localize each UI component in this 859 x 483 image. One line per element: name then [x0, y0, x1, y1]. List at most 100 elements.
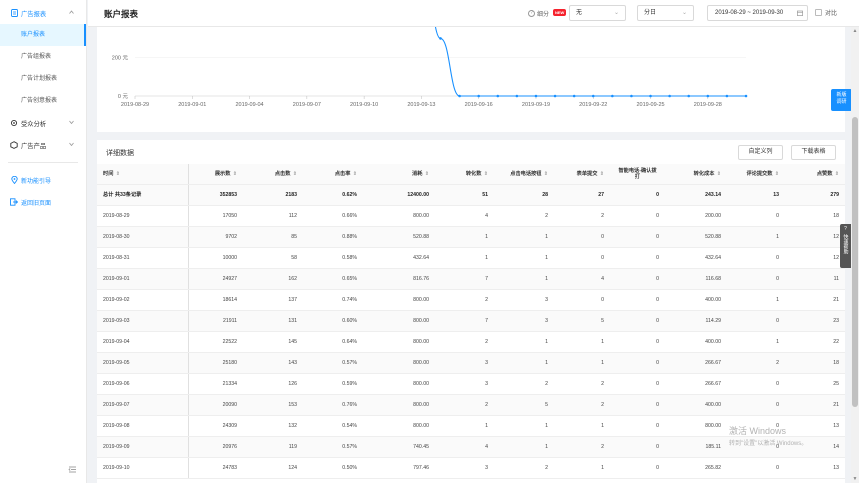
- data-point: [553, 94, 557, 98]
- sort-icon[interactable]: ⇕: [715, 171, 721, 177]
- table-cell: 2: [554, 205, 610, 227]
- sidebar-item-adgroup-report[interactable]: 广告组报表: [0, 46, 86, 68]
- table-cell: 4: [554, 268, 610, 290]
- sort-icon[interactable]: ⇕: [833, 171, 839, 177]
- sort-icon[interactable]: ⇕: [598, 171, 604, 177]
- download-table-button[interactable]: 下载表格: [791, 145, 836, 160]
- table-cell: 0: [610, 394, 665, 416]
- table-cell: 800.00: [665, 415, 727, 437]
- table-cell: 0: [610, 436, 665, 458]
- sort-icon[interactable]: ⇕: [773, 171, 779, 177]
- trend-chart-card: 0 元200 元400 元600 元2019-08-292019-09-0120…: [97, 27, 845, 132]
- survey-button-line2: 调研: [836, 99, 847, 105]
- date-range-picker[interactable]: 2019-08-29 ~ 2019-09-30: [707, 5, 808, 21]
- sort-icon[interactable]: ⇕: [542, 171, 548, 177]
- chevron-up-icon: [69, 10, 74, 15]
- table-cell: 85: [243, 226, 303, 248]
- table-cell: 279: [785, 184, 845, 206]
- compare-toggle[interactable]: 对比: [815, 8, 837, 17]
- table-cell: 0: [610, 331, 665, 353]
- data-point: [496, 94, 500, 98]
- table-cell: 0.58%: [303, 247, 363, 269]
- nav-group-audience[interactable]: 受众分析: [0, 112, 86, 134]
- table-cell: 185.11: [665, 436, 727, 458]
- scroll-up-arrow-icon[interactable]: ▲: [851, 27, 859, 35]
- table-cell: 21911: [188, 310, 243, 332]
- table-row: 2019-09-10 24783 124 0.50% 797.46 3 2 1 0 265.82 0…: [97, 457, 845, 479]
- sidebar-item-creative-report[interactable]: 广告创意报表: [0, 90, 86, 112]
- column-header[interactable]: 转化数 ⇕: [435, 164, 494, 185]
- table-cell: 3: [435, 457, 494, 479]
- column-header[interactable]: 点击数 ⇕: [243, 164, 303, 185]
- scroll-down-arrow-icon[interactable]: ▼: [851, 475, 859, 483]
- nav-group-products[interactable]: 广告产品: [0, 134, 86, 156]
- column-header[interactable]: 展示数 ⇕: [188, 164, 243, 185]
- column-header[interactable]: 消耗 ⇕: [363, 164, 435, 185]
- chevron-down-icon: ⌄: [613, 10, 619, 16]
- new-feature-guide-link[interactable]: 新功能引导: [0, 169, 86, 191]
- column-header[interactable]: 点击率 ⇕: [303, 164, 363, 185]
- data-point: [649, 94, 652, 98]
- x-tick-label: 2019-09-04: [235, 102, 263, 108]
- table-cell: 1: [494, 352, 554, 374]
- subdivide-select[interactable]: 无 ⌄: [569, 5, 626, 21]
- sort-icon[interactable]: ⇕: [231, 171, 237, 177]
- sort-icon[interactable]: ⇕: [423, 171, 429, 177]
- column-header[interactable]: 点击电话按钮 ⇕: [494, 164, 554, 185]
- sort-icon[interactable]: ⇕: [291, 171, 297, 177]
- back-to-old-page-link[interactable]: 返回旧页面: [0, 191, 86, 213]
- nav-group-label: 广告报表: [21, 10, 47, 18]
- table-cell: 1: [435, 415, 494, 437]
- table-cell: 7: [435, 310, 494, 332]
- table-cell: 18: [785, 205, 845, 227]
- sort-icon[interactable]: ⇕: [351, 171, 357, 177]
- table-cell: 1: [554, 457, 610, 479]
- column-header[interactable]: 评论提交数 ⇕: [727, 164, 785, 185]
- column-header[interactable]: 表单提交 ⇕: [554, 164, 610, 185]
- sort-icon[interactable]: ⇕: [114, 171, 120, 177]
- x-tick-label: 2019-09-19: [522, 102, 550, 108]
- x-tick-label: 2019-09-13: [407, 102, 435, 108]
- table-cell: 2: [435, 394, 494, 416]
- column-header-label: 点击率: [334, 171, 351, 178]
- table-cell: 114.29: [665, 310, 727, 332]
- table-cell: 0.65%: [303, 268, 363, 290]
- quick-help-label: 快速帮助: [842, 234, 849, 254]
- y-tick-label: 200 元: [112, 55, 129, 62]
- sidebar-item-plan-report[interactable]: 广告计划报表: [0, 68, 86, 90]
- granularity-select[interactable]: 分日 ⌄: [637, 5, 694, 21]
- column-header-label: 评论提交数: [746, 171, 773, 178]
- nav-group-ad-reports[interactable]: 广告报表: [0, 2, 86, 24]
- column-header[interactable]: 时间 ⇕: [97, 164, 189, 185]
- page-header: 账户报表 ? 细分 NEW 无 ⌄ 分日 ⌄ 2019-08-29 ~ 2019…: [88, 0, 859, 27]
- column-header[interactable]: 转化成本 ⇕: [665, 164, 727, 185]
- column-header-label: 点赞数: [816, 171, 833, 178]
- table-cell: 5: [554, 310, 610, 332]
- table-cell: 400.00: [665, 331, 727, 353]
- data-point: [591, 94, 595, 98]
- table-cell: 2019-09-07: [97, 394, 189, 416]
- table-cell: 243.14: [665, 184, 727, 206]
- custom-columns-button[interactable]: 自定义列: [738, 145, 783, 160]
- table-cell: 11: [785, 268, 845, 290]
- help-circle-icon[interactable]: ?: [528, 10, 535, 17]
- page-scrollbar[interactable]: ▲ ▼: [851, 27, 859, 483]
- collapse-sidebar-icon[interactable]: [68, 465, 78, 475]
- compare-checkbox[interactable]: [815, 9, 822, 16]
- table-cell: 3: [494, 310, 554, 332]
- table-row: 2019-08-29 17050 112 0.66% 800.00 4 2 2 0 200.00 0…: [97, 205, 845, 227]
- table-cell: 116.68: [665, 268, 727, 290]
- subdivide-select-value: 无: [576, 10, 583, 16]
- scroll-thumb[interactable]: [852, 117, 858, 407]
- survey-float-button[interactable]: 新版 调研: [831, 89, 852, 111]
- quick-help-tab[interactable]: ? 快速帮助: [840, 224, 851, 268]
- column-header[interactable]: 智能电话-确认拨打: [610, 164, 665, 185]
- sidebar-item-account-report[interactable]: 账户报表: [0, 24, 86, 46]
- data-point: [439, 37, 442, 40]
- sort-icon[interactable]: ⇕: [482, 171, 488, 177]
- table-cell: 24309: [188, 415, 243, 437]
- column-header[interactable]: 点赞数 ⇕: [785, 164, 845, 185]
- table-cell: 137: [243, 289, 303, 311]
- table-cell: 0.76%: [303, 394, 363, 416]
- table-cell: 0: [610, 184, 665, 206]
